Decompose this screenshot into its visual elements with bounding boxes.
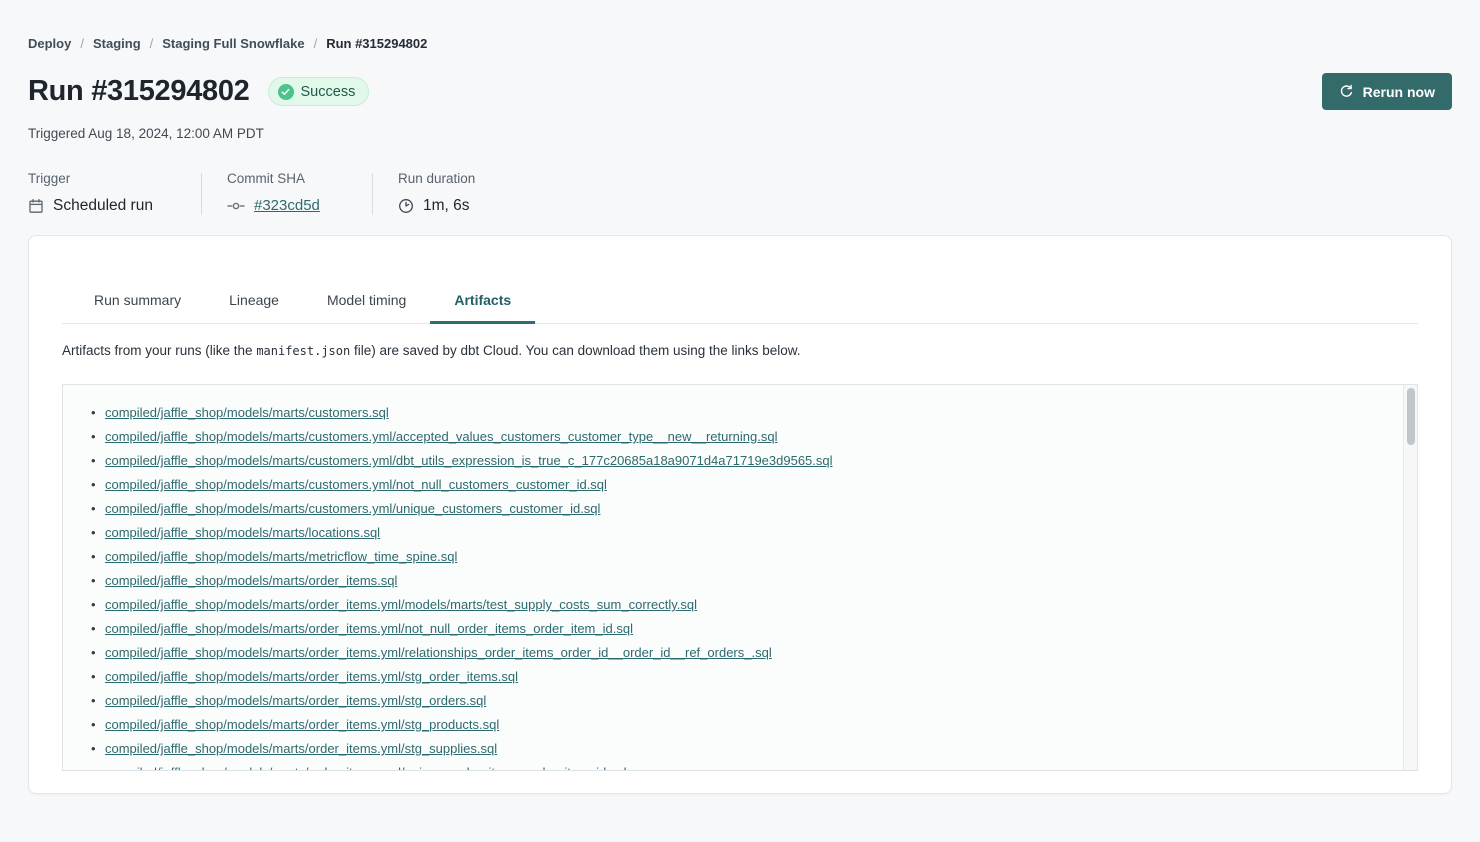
artifact-list-item: compiled/jaffle_shop/models/marts/locati… [91, 521, 1383, 545]
artifact-list-box: compiled/jaffle_shop/models/marts/custom… [62, 384, 1418, 771]
artifact-link[interactable]: compiled/jaffle_shop/models/marts/order_… [105, 597, 697, 612]
run-duration-value: 1m, 6s [423, 197, 470, 215]
artifact-link[interactable]: compiled/jaffle_shop/models/marts/custom… [105, 453, 833, 468]
artifact-link[interactable]: compiled/jaffle_shop/models/marts/custom… [105, 477, 607, 492]
artifact-link[interactable]: compiled/jaffle_shop/models/marts/locati… [105, 525, 380, 540]
page-title: Run #315294802 [28, 75, 250, 108]
breadcrumb-staging[interactable]: Staging [93, 36, 141, 51]
artifact-link[interactable]: compiled/jaffle_shop/models/marts/order_… [105, 717, 499, 732]
artifacts-description: Artifacts from your runs (like the manif… [62, 343, 1418, 358]
artifact-list: compiled/jaffle_shop/models/marts/custom… [63, 385, 1403, 771]
artifact-list-item: compiled/jaffle_shop/models/marts/custom… [91, 473, 1383, 497]
run-duration-label: Run duration [398, 171, 475, 186]
scrollbar-thumb[interactable] [1407, 388, 1415, 445]
artifact-link[interactable]: compiled/jaffle_shop/models/marts/order_… [105, 573, 397, 588]
artifact-list-item: compiled/jaffle_shop/models/marts/order_… [91, 617, 1383, 641]
status-badge: Success [268, 77, 370, 106]
artifact-link[interactable]: compiled/jaffle_shop/models/marts/order_… [105, 765, 626, 771]
run-meta-row: Trigger Scheduled run Commit SHA #323cd5… [28, 171, 1452, 215]
artifact-link[interactable]: compiled/jaffle_shop/models/marts/order_… [105, 669, 518, 684]
tab-artifacts[interactable]: Artifacts [430, 282, 535, 324]
artifact-link[interactable]: compiled/jaffle_shop/models/marts/custom… [105, 429, 777, 444]
artifact-list-item: compiled/jaffle_shop/models/marts/order_… [91, 593, 1383, 617]
artifact-list-item: compiled/jaffle_shop/models/marts/metric… [91, 545, 1383, 569]
commit-sha-label: Commit SHA [227, 171, 347, 186]
trigger-label: Trigger [28, 171, 176, 186]
status-badge-label: Success [301, 84, 356, 100]
artifact-list-item: compiled/jaffle_shop/models/marts/order_… [91, 761, 1383, 771]
trigger-value: Scheduled run [53, 197, 153, 215]
meta-trigger: Trigger Scheduled run [28, 171, 176, 215]
artifacts-description-text: file) are saved by dbt Cloud. You can do… [350, 343, 800, 358]
artifact-list-item: compiled/jaffle_shop/models/marts/order_… [91, 737, 1383, 761]
artifact-list-item: compiled/jaffle_shop/models/marts/custom… [91, 449, 1383, 473]
artifact-link[interactable]: compiled/jaffle_shop/models/marts/order_… [105, 741, 497, 756]
breadcrumb-current-run: Run #315294802 [326, 36, 427, 51]
tab-bar: Run summary Lineage Model timing Artifac… [62, 236, 1418, 324]
meta-divider [201, 173, 202, 215]
breadcrumb-job[interactable]: Staging Full Snowflake [162, 36, 304, 51]
calendar-icon [28, 198, 44, 214]
artifact-link[interactable]: compiled/jaffle_shop/models/marts/order_… [105, 693, 486, 708]
clock-icon [398, 198, 414, 214]
commit-sha-link[interactable]: #323cd5d [254, 197, 320, 214]
tab-run-summary[interactable]: Run summary [70, 282, 205, 324]
manifest-json-code: manifest.json [256, 344, 350, 358]
rerun-now-button[interactable]: Rerun now [1322, 73, 1452, 110]
breadcrumb-separator: / [80, 36, 84, 51]
artifact-link[interactable]: compiled/jaffle_shop/models/marts/metric… [105, 549, 457, 564]
artifact-list-item: compiled/jaffle_shop/models/marts/order_… [91, 641, 1383, 665]
meta-duration: Run duration 1m, 6s [398, 171, 475, 215]
artifact-list-item: compiled/jaffle_shop/models/marts/custom… [91, 425, 1383, 449]
artifact-link[interactable]: compiled/jaffle_shop/models/marts/order_… [105, 645, 772, 660]
artifact-link[interactable]: compiled/jaffle_shop/models/marts/custom… [105, 405, 389, 420]
artifacts-description-text: Artifacts from your runs (like the [62, 343, 256, 358]
artifact-list-item: compiled/jaffle_shop/models/marts/order_… [91, 665, 1383, 689]
breadcrumb-separator: / [150, 36, 154, 51]
artifact-list-item: compiled/jaffle_shop/models/marts/order_… [91, 713, 1383, 737]
artifact-list-item: compiled/jaffle_shop/models/marts/order_… [91, 689, 1383, 713]
scrollbar-track[interactable] [1403, 385, 1417, 770]
commit-icon [227, 200, 245, 212]
rerun-now-label: Rerun now [1363, 84, 1435, 100]
triggered-timestamp: Triggered Aug 18, 2024, 12:00 AM PDT [28, 126, 1452, 141]
run-detail-page: Deploy / Staging / Staging Full Snowflak… [0, 0, 1480, 794]
breadcrumb: Deploy / Staging / Staging Full Snowflak… [28, 0, 1452, 51]
artifact-link[interactable]: compiled/jaffle_shop/models/marts/order_… [105, 621, 633, 636]
artifact-list-item: compiled/jaffle_shop/models/marts/custom… [91, 401, 1383, 425]
run-detail-card: Run summary Lineage Model timing Artifac… [28, 235, 1452, 794]
artifact-list-item: compiled/jaffle_shop/models/marts/custom… [91, 497, 1383, 521]
refresh-icon [1339, 84, 1354, 99]
meta-commit: Commit SHA #323cd5d [227, 171, 347, 215]
check-circle-icon [278, 84, 294, 100]
header: Run #315294802 Success Rerun now [28, 73, 1452, 110]
breadcrumb-deploy[interactable]: Deploy [28, 36, 71, 51]
tab-model-timing[interactable]: Model timing [303, 282, 430, 324]
meta-divider [372, 173, 373, 215]
artifact-link[interactable]: compiled/jaffle_shop/models/marts/custom… [105, 501, 600, 516]
tab-lineage[interactable]: Lineage [205, 282, 303, 324]
artifact-list-item: compiled/jaffle_shop/models/marts/order_… [91, 569, 1383, 593]
breadcrumb-separator: / [314, 36, 318, 51]
